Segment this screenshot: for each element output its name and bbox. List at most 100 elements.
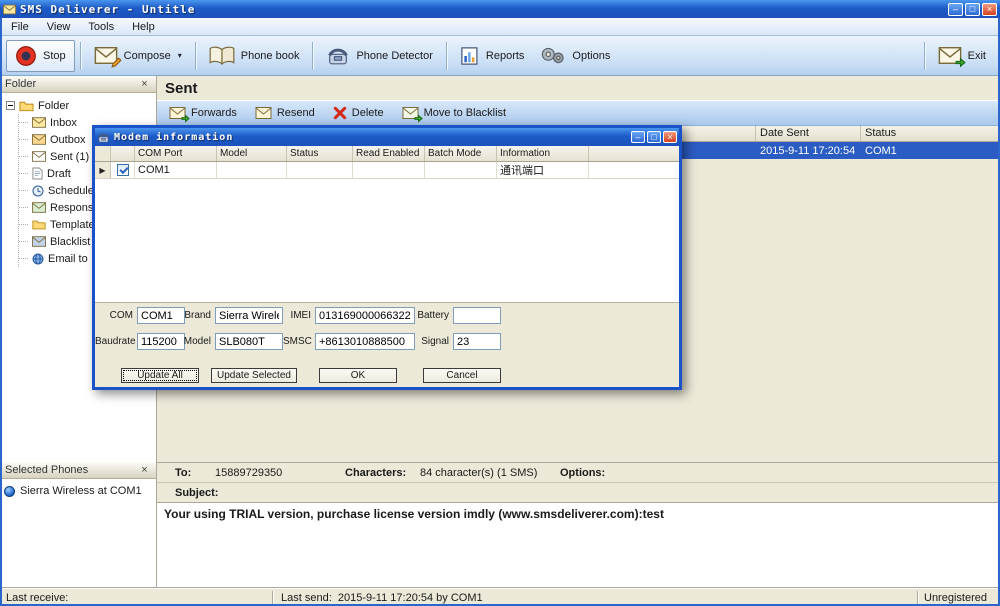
cell-read-enabled [353,162,425,178]
reports-icon [460,46,480,66]
update-all-button[interactable]: Update All [121,368,199,383]
forwards-button[interactable]: Forwards [169,107,237,119]
subject-row: Subject: [157,483,1000,501]
characters-value: 84 character(s) (1 SMS) [420,467,537,479]
cell-status: COM1 [861,145,1000,157]
dialog-close-button[interactable]: × [663,131,677,143]
draft-icon [32,167,43,180]
window-title: SMS Deliverer - Untitle [20,3,948,16]
menu-tools[interactable]: Tools [79,19,123,35]
schedule-icon [32,185,44,197]
dialog-maximize-button[interactable]: □ [647,131,661,143]
dialog-icon [97,131,110,144]
cell-date-sent: 2015-9-11 17:20:54 [756,145,861,157]
baudrate-label: Baudrate [95,336,137,347]
battery-field[interactable] [453,307,501,324]
message-meta-row: To: 15889729350 Characters: 84 character… [157,463,1000,483]
compose-label: Compose [124,50,171,62]
column-batch-mode[interactable]: Batch Mode [425,146,497,161]
reports-button[interactable]: Reports [452,40,533,72]
phone-icon [4,486,15,497]
forwards-icon [169,107,186,119]
stop-icon [15,45,37,67]
menu-file[interactable]: File [2,19,38,35]
tree-root-label: Folder [38,100,69,112]
column-status[interactable]: Status [861,126,1000,141]
phone-book-icon [209,46,235,65]
modem-row-checkbox[interactable] [117,164,129,176]
toolbar-separator [80,42,81,70]
compose-dropdown-icon[interactable]: ▾ [178,51,182,60]
update-selected-button[interactable]: Update Selected [211,368,297,383]
column-date-sent[interactable]: Date Sent [756,126,861,141]
selected-phones-title: Selected Phones [5,464,88,476]
modem-grid-row[interactable]: ▶ COM1 通讯端口 [95,162,679,179]
options-button[interactable]: Options [532,40,618,72]
com-field[interactable] [137,307,185,324]
subject-label: Subject: [175,487,218,499]
column-model[interactable]: Model [217,146,287,161]
delete-icon [333,106,347,120]
column-com-port[interactable]: COM Port [135,146,217,161]
expander-icon[interactable] [6,101,15,110]
tree-root-folder[interactable]: Folder [6,97,156,114]
modem-information-dialog: Modem information – □ × COM Port Model S… [92,125,682,390]
move-to-blacklist-button[interactable]: Move to Blacklist [402,107,507,119]
sent-action-toolbar: Forwards Resend Delete Move to Blacklist [157,100,1000,126]
to-value: 15889729350 [215,467,282,479]
phone-book-label: Phone book [241,50,300,62]
cell-batch-mode [425,162,497,178]
dialog-minimize-button[interactable]: – [631,131,645,143]
phone-detector-icon [326,46,350,65]
modem-grid: COM Port Model Status Read Enabled Batch… [95,146,679,303]
resend-button[interactable]: Resend [255,107,315,119]
selected-phones-list: Sierra Wireless at COM1 [0,479,156,588]
exit-icon [938,47,962,64]
column-read-enabled[interactable]: Read Enabled [353,146,425,161]
folder-panel-close-icon[interactable]: × [138,78,151,90]
cancel-button[interactable]: Cancel [423,368,501,383]
close-button[interactable]: × [982,3,997,16]
baudrate-field[interactable] [137,333,185,350]
message-body[interactable]: Your using TRIAL version, purchase licen… [157,502,1000,589]
main-toolbar: Stop Compose ▾ Phone book Phone Detector… [0,36,1000,76]
imei-field[interactable] [315,307,415,324]
menu-view[interactable]: View [38,19,80,35]
column-status[interactable]: Status [287,146,353,161]
column-information[interactable]: Information [497,146,589,161]
menu-help[interactable]: Help [123,19,164,35]
stop-label: Stop [43,50,66,62]
signal-label: Signal [413,336,453,347]
page-title: Sent [157,76,1000,100]
ok-button[interactable]: OK [319,368,397,383]
signal-field[interactable] [453,333,501,350]
toolbar-separator [312,42,313,70]
brand-label: Brand [179,310,215,321]
options-label: Options: [560,467,605,479]
phone-list-item[interactable]: Sierra Wireless at COM1 [4,485,152,497]
model-label: Model [179,336,215,347]
folder-panel-title: Folder [5,78,36,90]
cell-information: 通讯端口 [497,162,589,178]
maximize-button[interactable]: □ [965,3,980,16]
smsc-field[interactable] [315,333,415,350]
cell-status [287,162,353,178]
minimize-button[interactable]: – [948,3,963,16]
reports-label: Reports [486,50,525,62]
compose-button[interactable]: Compose ▾ [86,40,190,72]
selected-phones-close-icon[interactable]: × [138,464,151,476]
menu-bar: File View Tools Help [0,18,1000,36]
model-field[interactable] [215,333,283,350]
smsc-label: SMSC [283,336,315,347]
stop-button[interactable]: Stop [6,40,75,72]
imei-label: IMEI [283,310,315,321]
last-send-status: Last send: 2015-9-11 17:20:54 by COM1 [273,592,917,604]
status-bar: Last receive: Last send: 2015-9-11 17:20… [0,588,1000,606]
app-window: SMS Deliverer - Untitle – □ × File View … [0,0,1000,606]
phone-detector-button[interactable]: Phone Detector [318,40,440,72]
exit-button[interactable]: Exit [930,40,994,72]
delete-button[interactable]: Delete [333,106,384,120]
message-panel: To: 15889729350 Characters: 84 character… [157,462,1000,588]
phone-book-button[interactable]: Phone book [201,40,308,72]
brand-field[interactable] [215,307,283,324]
